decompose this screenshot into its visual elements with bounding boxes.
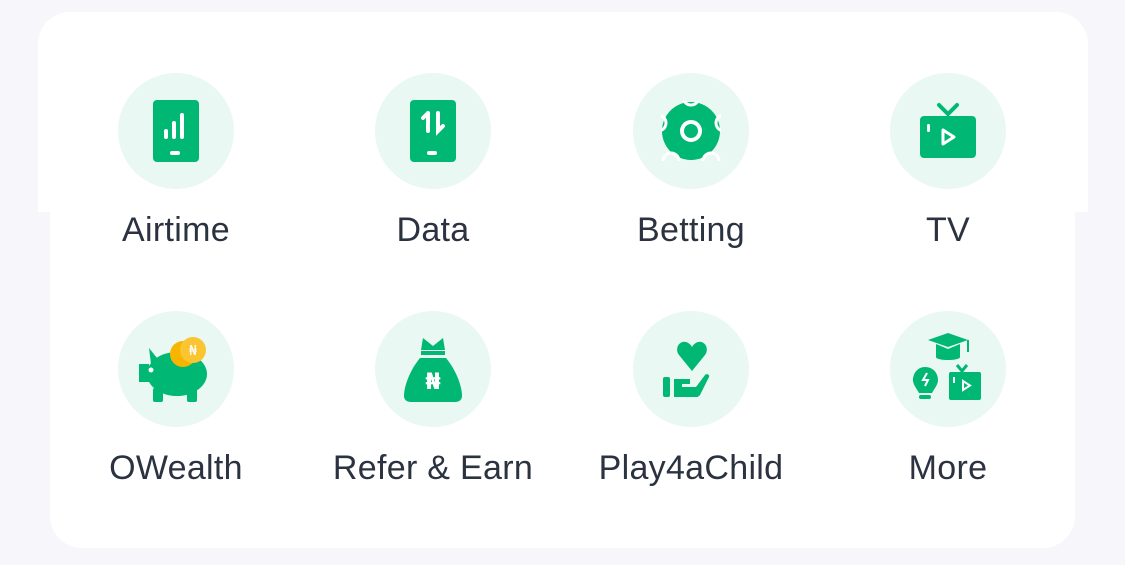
service-label: Play4aChild <box>598 449 784 487</box>
soccer-ball-icon <box>633 73 749 189</box>
service-label: TV <box>925 211 971 249</box>
service-play4achild[interactable]: Play4aChild <box>571 311 811 488</box>
service-label: OWealth <box>109 449 243 487</box>
service-refer-earn[interactable]: ₦ Refer & Earn <box>313 311 553 488</box>
service-label: Refer & Earn <box>332 449 534 487</box>
phone-signal-icon <box>118 73 234 189</box>
svg-text:₦: ₦ <box>189 344 198 359</box>
service-more[interactable]: More <box>828 311 1068 488</box>
service-owealth[interactable]: ₦ OWealth <box>56 311 296 488</box>
service-label: More <box>908 449 988 487</box>
money-bag-icon: ₦ <box>375 311 491 427</box>
more-services-icon <box>890 311 1006 427</box>
service-label: Betting <box>637 211 745 249</box>
service-label: Airtime <box>122 211 230 249</box>
piggy-bank-icon: ₦ <box>118 311 234 427</box>
phone-data-icon <box>375 73 491 189</box>
service-label: Data <box>396 211 470 249</box>
heart-hand-icon <box>633 311 749 427</box>
service-data[interactable]: Data <box>313 73 553 250</box>
tv-icon <box>890 73 1006 189</box>
service-airtime[interactable]: Airtime <box>56 73 296 250</box>
svg-text:₦: ₦ <box>425 370 440 395</box>
service-betting[interactable]: Betting <box>571 73 811 250</box>
service-tv[interactable]: TV <box>828 73 1068 250</box>
